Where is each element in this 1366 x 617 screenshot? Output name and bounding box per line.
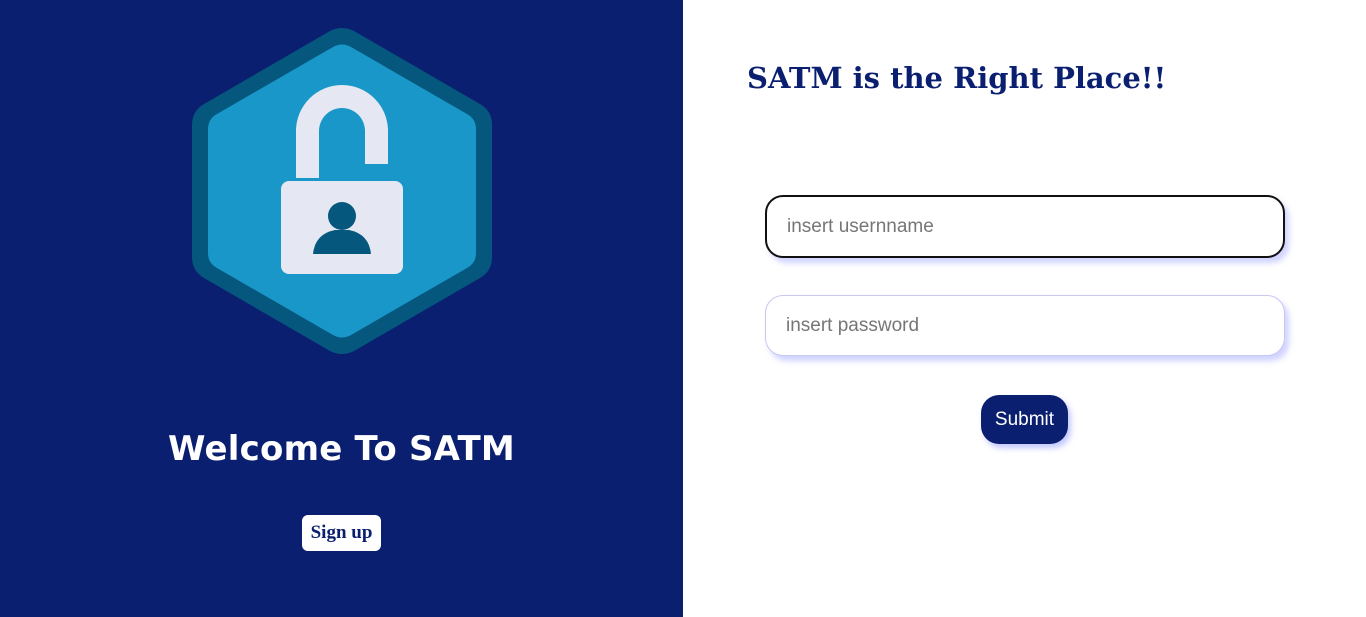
padlock-logo-icon: [190, 26, 494, 356]
submit-button[interactable]: Submit: [981, 395, 1068, 444]
login-page: Welcome To SATM Sign up SATM is the Righ…: [0, 0, 1366, 617]
login-form-panel: SATM is the Right Place!! Submit: [683, 0, 1366, 617]
welcome-title: Welcome To SATM: [168, 429, 515, 469]
tagline-heading: SATM is the Right Place!!: [747, 61, 1167, 95]
signup-button[interactable]: Sign up: [302, 515, 381, 551]
password-input[interactable]: [765, 295, 1285, 356]
user-head-shape: [328, 202, 356, 230]
username-input[interactable]: [765, 195, 1285, 258]
welcome-panel: Welcome To SATM Sign up: [0, 0, 683, 617]
